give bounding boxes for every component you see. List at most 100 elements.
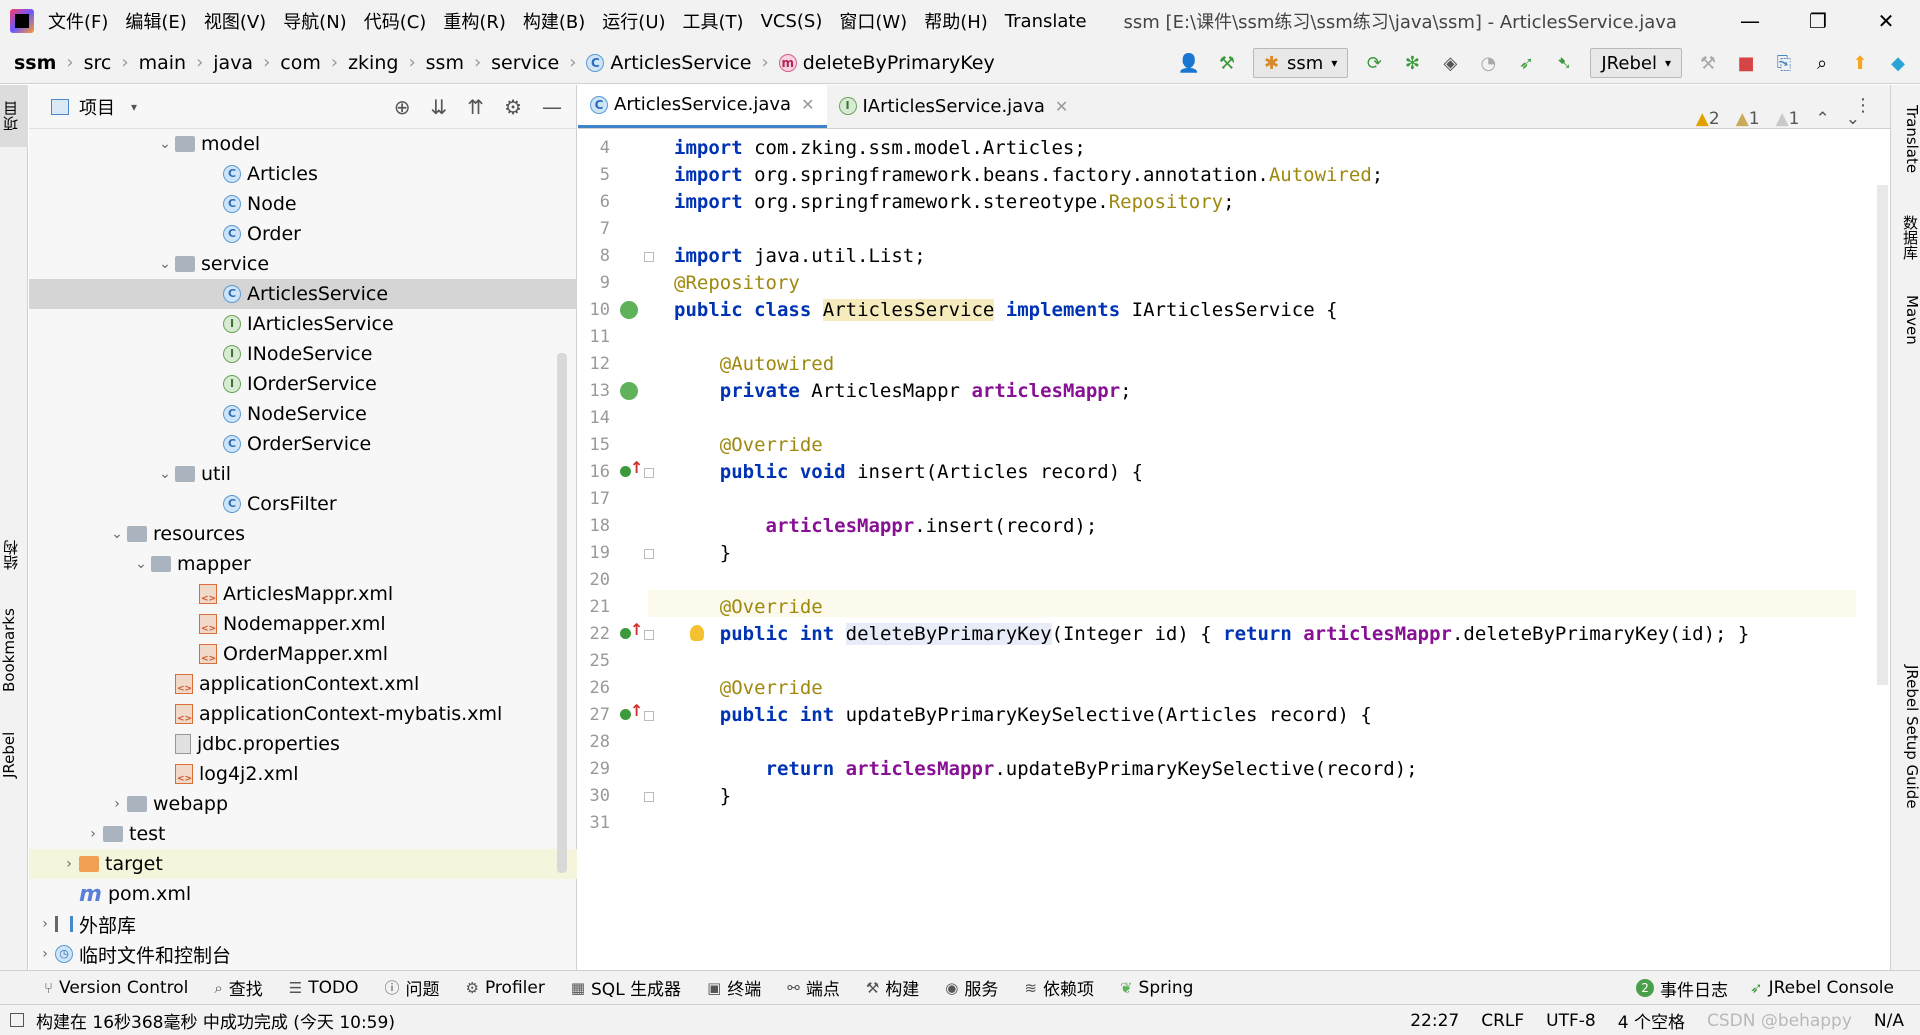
tree-item[interactable]: I IArticlesService xyxy=(29,309,577,339)
menu-edit[interactable]: 编辑(E) xyxy=(125,8,186,34)
run-config-select[interactable]: ✱ ssm ▾ xyxy=(1252,48,1349,78)
breadcrumb-item[interactable]: ssm xyxy=(426,52,464,74)
code-line[interactable]: private ArticlesMappr articlesMappr; xyxy=(674,378,1132,405)
status-toggle-icon[interactable] xyxy=(10,1013,24,1027)
database-tool-tab[interactable]: 数据库 xyxy=(1893,215,1920,285)
jrebel-run-icon[interactable]: ➶ xyxy=(1514,51,1538,75)
profile-icon[interactable]: ◔ xyxy=(1476,51,1500,75)
sql-generator-tab[interactable]: ▦ SQL 生成器 xyxy=(571,975,681,1001)
code-area[interactable]: import com.zking.ssm.model.Articles; impo… xyxy=(674,129,1854,970)
chevron-down-icon[interactable]: ⌄ xyxy=(131,556,151,572)
tree-item[interactable]: C ArticlesService xyxy=(29,279,577,309)
code-line[interactable]: @Override xyxy=(674,594,823,621)
tree-item[interactable]: ⌄ mapper xyxy=(29,549,577,579)
close-icon[interactable]: ✕ xyxy=(801,95,814,114)
implements-method-icon[interactable] xyxy=(620,458,643,481)
close-window-button[interactable]: ✕ xyxy=(1852,0,1920,42)
breadcrumb-item[interactable]: main xyxy=(139,52,186,74)
maven-tool-tab[interactable]: Maven xyxy=(1893,295,1920,375)
rerun-icon[interactable]: ⟳ xyxy=(1362,51,1386,75)
jrebel-tool-tab[interactable]: JRebel xyxy=(0,715,28,795)
minimize-button[interactable]: — xyxy=(1716,0,1784,42)
next-highlight-icon[interactable]: ⌄ xyxy=(1846,109,1860,129)
menu-vcs[interactable]: VCS(S) xyxy=(761,11,823,32)
weak-warning-count[interactable]: ▲1 xyxy=(1736,109,1760,129)
tree-item[interactable]: › test xyxy=(29,819,577,849)
tree-item[interactable]: C Articles xyxy=(29,159,577,189)
breadcrumb-item[interactable]: com xyxy=(280,52,321,74)
code-line[interactable]: } xyxy=(674,540,731,567)
tree-item[interactable]: ⌄ model xyxy=(29,129,577,159)
update-icon[interactable]: ⬆ xyxy=(1848,51,1872,75)
code-line[interactable]: import com.zking.ssm.model.Articles; xyxy=(674,135,1086,162)
tree-item[interactable]: ⌄ resources xyxy=(29,519,577,549)
lightbulb-icon[interactable] xyxy=(690,625,704,641)
fold-marker-icon[interactable] xyxy=(644,468,654,478)
code-line[interactable]: import org.springframework.beans.factory… xyxy=(674,162,1383,189)
locate-icon[interactable]: ⊕ xyxy=(394,95,411,119)
code-line[interactable]: @Autowired xyxy=(674,351,834,378)
event-log-tab[interactable]: 2 事件日志 xyxy=(1636,976,1728,1001)
tree-item[interactable]: C CorsFilter xyxy=(29,489,577,519)
chevron-down-icon[interactable]: ⌄ xyxy=(155,136,175,152)
tree-item[interactable]: OrderMapper.xml xyxy=(29,639,577,669)
chevron-right-icon[interactable]: › xyxy=(35,916,55,932)
tree-item[interactable]: jdbc.properties xyxy=(29,729,577,759)
menu-refactor[interactable]: 重构(R) xyxy=(443,8,506,34)
tree-item[interactable]: ⌄ util xyxy=(29,459,577,489)
problems-tab[interactable]: ⓘ 问题 xyxy=(385,975,440,1000)
translate-icon[interactable]: ⎘ xyxy=(1772,51,1796,75)
tree-item[interactable]: applicationContext-mybatis.xml xyxy=(29,699,577,729)
jrebel-setup-guide-tab[interactable]: JRebel Setup Guide xyxy=(1893,665,1920,875)
code-line[interactable]: public void insert(Articles record) { xyxy=(674,459,1143,486)
translate-tool-tab[interactable]: Translate xyxy=(1893,105,1920,205)
collapse-all-icon[interactable]: ⇈ xyxy=(467,95,484,119)
close-icon[interactable]: ✕ xyxy=(1055,97,1068,116)
breadcrumb-item[interactable]: service xyxy=(491,52,559,74)
readonly-indicator[interactable]: N/A xyxy=(1874,1011,1904,1031)
chevron-down-icon[interactable]: ⌄ xyxy=(107,526,127,542)
hide-icon[interactable]: — xyxy=(542,95,562,119)
spring-bean-icon[interactable] xyxy=(620,301,638,319)
code-line[interactable]: public int deleteByPrimaryKey(Integer id… xyxy=(674,621,1749,648)
code-line[interactable]: public int updateByPrimaryKeySelective(A… xyxy=(674,702,1372,729)
tree-item[interactable]: ArticlesMappr.xml xyxy=(29,579,577,609)
file-encoding[interactable]: UTF-8 xyxy=(1546,1011,1596,1031)
fold-marker-icon[interactable] xyxy=(644,630,654,640)
caret-position[interactable]: 22:27 xyxy=(1410,1011,1459,1031)
menu-help[interactable]: 帮助(H) xyxy=(924,8,988,34)
tree-item[interactable]: › webapp xyxy=(29,789,577,819)
chevron-down-icon[interactable]: ⌄ xyxy=(155,466,175,482)
expand-all-icon[interactable]: ⇊ xyxy=(431,95,448,119)
tree-item[interactable]: C Order xyxy=(29,219,577,249)
tree-item[interactable]: ⌄ service xyxy=(29,249,577,279)
structure-tool-tab[interactable]: 结构 xyxy=(0,525,28,585)
chevron-down-icon[interactable]: ⌄ xyxy=(155,256,175,272)
previous-highlight-icon[interactable]: ⌃ xyxy=(1816,109,1830,129)
chevron-right-icon[interactable]: › xyxy=(107,796,127,812)
menu-navigate[interactable]: 导航(N) xyxy=(283,8,347,34)
chevron-right-icon[interactable]: › xyxy=(35,946,55,962)
menu-view[interactable]: 视图(V) xyxy=(204,8,266,34)
menu-window[interactable]: 窗口(W) xyxy=(839,8,907,34)
chevron-down-icon[interactable]: ▾ xyxy=(131,100,137,114)
implements-method-icon[interactable] xyxy=(620,620,643,643)
breadcrumb-item[interactable]: java xyxy=(213,52,253,74)
status-message[interactable]: 构建在 16秒368毫秒 中成功完成 (今天 10:59) xyxy=(36,1008,395,1033)
fold-marker-icon[interactable] xyxy=(644,549,654,559)
tree-item[interactable]: Nodemapper.xml xyxy=(29,609,577,639)
tab-articles-service[interactable]: C ArticlesService.java ✕ xyxy=(578,84,827,128)
project-tool-tab[interactable]: 项目 xyxy=(0,85,28,147)
tree-item[interactable]: › ◷ 临时文件和控制台 xyxy=(29,939,577,969)
warning-count[interactable]: ▲2 xyxy=(1696,109,1720,129)
version-control-tab[interactable]: ⑂ Version Control xyxy=(44,978,188,998)
code-line[interactable]: public class ArticlesService implements … xyxy=(674,297,1338,324)
tree-item[interactable]: applicationContext.xml xyxy=(29,669,577,699)
breadcrumb-class[interactable]: C ArticlesService xyxy=(586,52,752,74)
breadcrumb-item[interactable]: zking xyxy=(348,52,398,74)
menu-run[interactable]: 运行(U) xyxy=(602,8,665,34)
dependencies-tab[interactable]: ≋ 依赖项 xyxy=(1024,975,1094,1001)
project-scrollbar[interactable] xyxy=(557,353,567,873)
fold-marker-icon[interactable] xyxy=(644,711,654,721)
find-tab[interactable]: ⌕ 查找 xyxy=(214,975,262,1001)
